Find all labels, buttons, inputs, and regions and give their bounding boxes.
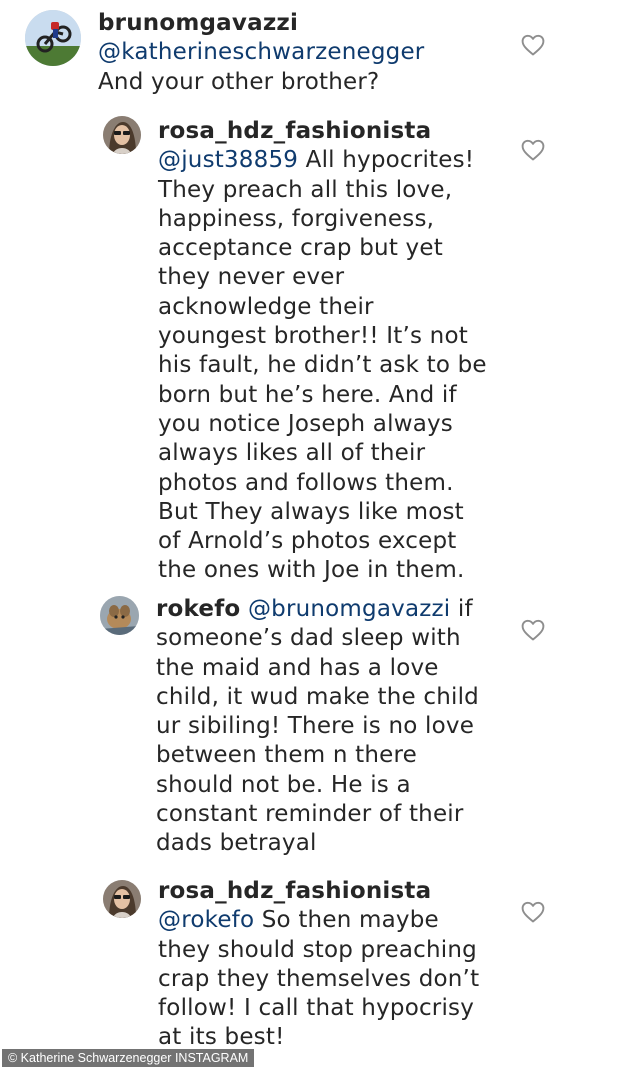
comment-username[interactable]: rokefo [156, 596, 240, 622]
photo-credit: © Katherine Schwarzenegger INSTAGRAM [2, 1049, 255, 1067]
heart-outline-icon [521, 34, 545, 56]
comment-text: rosa_hdz_fashionista @rokefo So then may… [158, 877, 578, 1053]
comment-mention[interactable]: @katherineschwarzenegger [98, 39, 424, 65]
comment-body: And your other brother? [98, 68, 380, 95]
comment-body: if someone’s dad sleep with the maid and… [156, 596, 479, 857]
heart-outline-icon [521, 901, 545, 923]
comment-mention[interactable]: @brunomgavazzi [248, 596, 450, 622]
comment-item: rosa_hdz_fashionista @rokefo So then may… [0, 870, 630, 1050]
comment-item: rosa_hdz_fashionista @just38859 All hypo… [0, 100, 630, 590]
avatar[interactable] [103, 116, 141, 154]
heart-outline-icon [521, 139, 545, 161]
avatar[interactable] [100, 596, 139, 635]
like-button[interactable] [521, 901, 545, 923]
motorcycle-avatar-icon [25, 10, 81, 66]
comment-username[interactable]: rosa_hdz_fashionista [158, 118, 431, 144]
comment-text: rosa_hdz_fashionista @just38859 All hypo… [158, 117, 578, 586]
comment-username[interactable]: brunomgavazzi [98, 10, 298, 36]
like-button[interactable] [521, 34, 545, 56]
comment-mention[interactable]: @just38859 [158, 147, 298, 173]
comment-body: All hypocrites! They preach all this lov… [158, 147, 487, 584]
avatar[interactable] [25, 10, 81, 66]
heart-outline-icon [521, 619, 545, 641]
comment-item: brunomgavazzi @katherineschwarzenegger A… [0, 0, 630, 100]
comment-text: brunomgavazzi @katherineschwarzenegger A… [98, 9, 568, 97]
comment-item: rokefo @brunomgavazzi if someone’s dad s… [0, 590, 630, 870]
comment-mention[interactable]: @rokefo [158, 907, 254, 933]
comment-username[interactable]: rosa_hdz_fashionista [158, 878, 431, 904]
like-button[interactable] [521, 619, 545, 641]
dog-photo-avatar-icon [100, 596, 139, 635]
profile-photo-avatar-icon [103, 116, 141, 154]
like-button[interactable] [521, 139, 545, 161]
profile-photo-avatar-icon [103, 880, 141, 918]
avatar[interactable] [103, 880, 141, 918]
